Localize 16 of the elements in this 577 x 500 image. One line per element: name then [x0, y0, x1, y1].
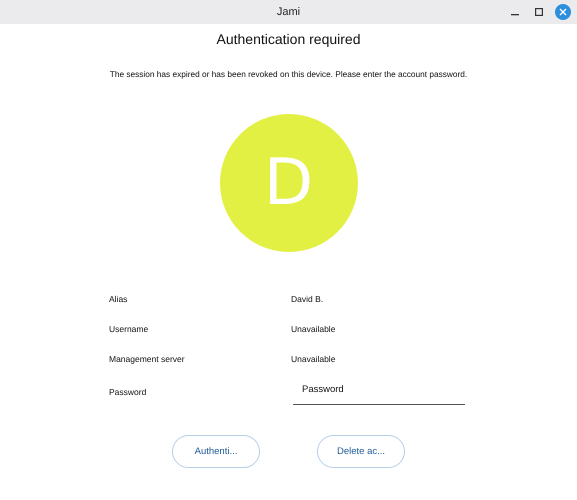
field-label: Management server [109, 354, 186, 364]
delete-account-button[interactable]: Delete ac... [317, 435, 405, 468]
avatar-initial: D [264, 146, 314, 220]
field-label: Username [109, 324, 150, 334]
window-title: Jami [276, 6, 300, 18]
close-button[interactable] [555, 4, 571, 20]
close-icon [559, 8, 567, 16]
message-text: The session has expired or has been revoked on this device. Please enter the account password. [110, 69, 468, 79]
field-label: Alias [109, 294, 128, 304]
maximize-icon [535, 8, 543, 16]
field-value: Unavailable [291, 324, 336, 334]
field-label: Password [109, 386, 148, 396]
dialog-heading: Authentication required [216, 31, 360, 47]
field-value: Unavailable [291, 354, 336, 364]
authenticate-button[interactable]: Authenti... [172, 435, 260, 468]
field-value: David B. [291, 294, 324, 304]
